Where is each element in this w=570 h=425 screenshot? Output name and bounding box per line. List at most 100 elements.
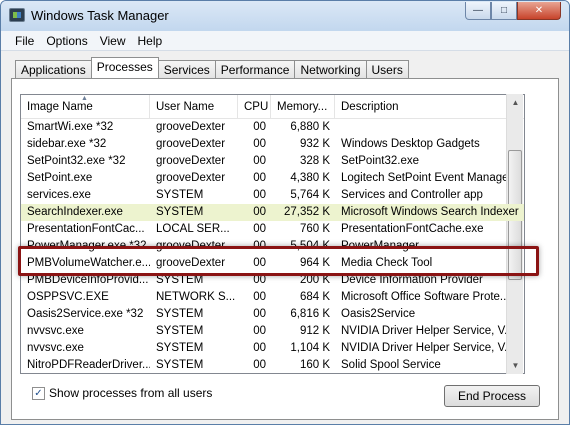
cell-memory: 932 K <box>299 138 330 150</box>
cell-image-name: nvvsvc.exe <box>27 325 84 337</box>
table-row[interactable]: SearchIndexer.exe SYSTEM 00 27,352 K Microso… <box>21 204 524 221</box>
table-row[interactable]: sidebar.exe *32 grooveDexter 00 932 K Window… <box>21 136 524 153</box>
cell-cpu: 00 <box>253 308 266 320</box>
cell-description: Oasis2Service <box>341 308 416 320</box>
cell-memory: 4,380 K <box>290 172 330 184</box>
maximize-button[interactable]: □ <box>491 2 517 20</box>
cell-cpu: 00 <box>253 291 266 303</box>
cell-memory: 684 K <box>299 291 330 303</box>
tab-services[interactable]: Services <box>157 60 216 78</box>
cell-image-name: PMBDeviceInfoProvid... <box>27 274 149 286</box>
column-memory[interactable]: Memory... <box>271 95 335 119</box>
menu-bar: File Options View Help <box>1 31 569 51</box>
cell-description: Microsoft Windows Search Indexer <box>341 206 519 218</box>
window-title: Windows Task Manager <box>31 8 169 23</box>
cell-description: Windows Desktop Gadgets <box>341 138 480 150</box>
table-row[interactable]: services.exe SYSTEM 00 5,764 K Services and … <box>21 187 524 204</box>
table-row[interactable]: SetPoint.exe grooveDexter 00 4,380 K Logitec… <box>21 170 524 187</box>
cell-cpu: 00 <box>253 257 266 269</box>
menu-view[interactable]: View <box>94 31 132 50</box>
menu-options[interactable]: Options <box>40 31 93 50</box>
tab-performance[interactable]: Performance <box>214 60 296 78</box>
cell-description: SetPoint32.exe <box>341 155 420 167</box>
cell-description: Media Check Tool <box>341 257 433 269</box>
cell-image-name: nvvsvc.exe <box>27 342 84 354</box>
menu-help[interactable]: Help <box>132 31 169 50</box>
cell-cpu: 00 <box>253 359 266 371</box>
cell-image-name: SetPoint.exe <box>27 172 93 184</box>
table-row[interactable]: nvvsvc.exe SYSTEM 00 1,104 K NVIDIA Driver H… <box>21 340 524 357</box>
cell-description: PowerManager <box>341 240 419 252</box>
cell-user-name: grooveDexter <box>156 121 226 133</box>
content-area: Applications Processes Services Performa… <box>1 51 569 424</box>
cell-cpu: 00 <box>253 189 266 201</box>
minimize-button[interactable]: — <box>465 2 491 20</box>
cell-image-name: Oasis2Service.exe *32 <box>27 308 144 320</box>
cell-user-name: grooveDexter <box>156 138 226 150</box>
caption-buttons: — □ ✕ <box>465 2 561 20</box>
cell-description <box>335 119 524 136</box>
cell-description: Logitech SetPoint Event Manage... <box>341 172 519 184</box>
table-row[interactable]: PMBVolumeWatcher.e... grooveDexter 00 964 K… <box>21 255 524 272</box>
column-user-name[interactable]: User Name <box>150 95 238 119</box>
cell-user-name: SYSTEM <box>156 359 204 371</box>
cell-user-name: SYSTEM <box>156 189 204 201</box>
cell-cpu: 00 <box>253 155 266 167</box>
task-manager-window: Windows Task Manager — □ ✕ File Options … <box>0 0 570 425</box>
vertical-scrollbar[interactable]: ▲ ▼ <box>506 94 523 374</box>
cell-memory: 1,104 K <box>290 342 330 354</box>
table-row[interactable]: SetPoint32.exe *32 grooveDexter 00 328 K Set… <box>21 153 524 170</box>
cell-memory: 5,764 K <box>290 189 330 201</box>
cell-memory: 912 K <box>299 325 330 337</box>
menu-file[interactable]: File <box>9 31 40 50</box>
cell-user-name: grooveDexter <box>156 240 226 252</box>
title-bar[interactable]: Windows Task Manager — □ ✕ <box>1 1 569 31</box>
sort-ascending-icon: ▲ <box>81 95 88 102</box>
table-row[interactable]: PowerManager.exe *32 grooveDexter 00 5,504 … <box>21 238 524 255</box>
table-row[interactable]: OSPPSVC.EXE NETWORK S... 00 684 K Microsoft … <box>21 289 524 306</box>
cell-image-name: PMBVolumeWatcher.e... <box>27 257 150 269</box>
scroll-down-arrow-icon[interactable]: ▼ <box>507 357 524 374</box>
tab-strip: Applications Processes Services Performa… <box>15 57 409 78</box>
cell-memory: 200 K <box>299 274 330 286</box>
cell-user-name: SYSTEM <box>156 342 204 354</box>
close-button[interactable]: ✕ <box>517 2 561 20</box>
cell-memory: 5,504 K <box>290 240 330 252</box>
cell-user-name: SYSTEM <box>156 206 204 218</box>
cell-cpu: 00 <box>253 274 266 286</box>
cell-user-name: SYSTEM <box>156 274 204 286</box>
table-row[interactable]: NitroPDFReaderDriver... SYSTEM 00 160 K Soli… <box>21 357 524 373</box>
cell-cpu: 00 <box>253 138 266 150</box>
cell-image-name: services.exe <box>27 189 91 201</box>
column-description[interactable]: Description <box>335 95 524 119</box>
show-all-processes-option[interactable]: ✓ Show processes from all users <box>32 386 212 400</box>
cell-user-name: grooveDexter <box>156 172 226 184</box>
end-process-button[interactable]: End Process <box>444 385 540 407</box>
column-cpu[interactable]: CPU <box>238 95 271 119</box>
show-all-label: Show processes from all users <box>49 386 213 400</box>
tab-processes[interactable]: Processes <box>90 57 159 78</box>
tab-users[interactable]: Users <box>365 60 409 78</box>
tab-networking[interactable]: Networking <box>294 60 367 78</box>
cell-description: PresentationFontCache.exe <box>341 223 484 235</box>
cell-image-name: SearchIndexer.exe <box>27 206 123 218</box>
cell-memory: 6,816 K <box>290 308 330 320</box>
scroll-up-arrow-icon[interactable]: ▲ <box>507 94 524 111</box>
table-row[interactable]: PresentationFontCac... LOCAL SER... 00 760 … <box>21 221 524 238</box>
cell-memory: 160 K <box>299 359 330 371</box>
process-rows: SmartWi.exe *32 grooveDexter 00 6,880 K side… <box>21 119 524 373</box>
column-image-name[interactable]: ▲ Image Name <box>21 95 150 119</box>
show-all-checkbox[interactable]: ✓ <box>32 386 45 400</box>
table-row[interactable]: SmartWi.exe *32 grooveDexter 00 6,880 K <box>21 119 524 136</box>
cell-cpu: 00 <box>253 325 266 337</box>
table-row[interactable]: nvvsvc.exe SYSTEM 00 912 K NVIDIA Driver Hel… <box>21 323 524 340</box>
cell-description: Microsoft Office Software Prote... <box>341 291 510 303</box>
cell-image-name: PresentationFontCac... <box>27 223 145 235</box>
cell-user-name: grooveDexter <box>156 155 226 167</box>
tab-applications[interactable]: Applications <box>15 60 92 78</box>
table-row[interactable]: PMBDeviceInfoProvid... SYSTEM 00 200 K Devic… <box>21 272 524 289</box>
cell-memory: 328 K <box>299 155 330 167</box>
process-list[interactable]: ▲ Image Name User Name CPU Memory... Des… <box>20 94 525 374</box>
cell-memory: 27,352 K <box>283 206 330 218</box>
table-row[interactable]: Oasis2Service.exe *32 SYSTEM 00 6,816 K Oasi… <box>21 306 524 323</box>
